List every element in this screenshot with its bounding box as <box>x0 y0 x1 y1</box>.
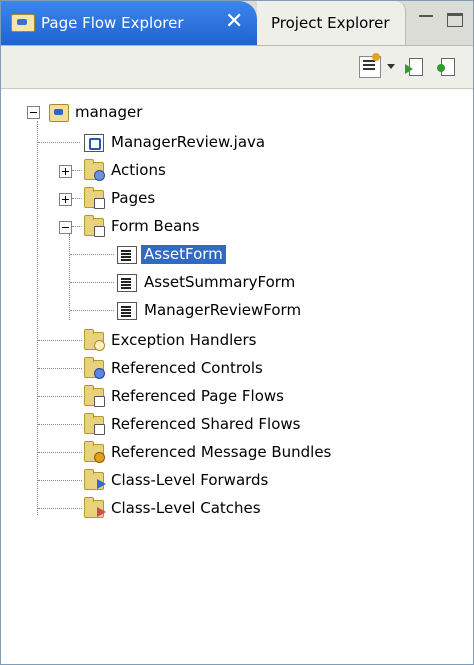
referenced-page-flows-folder-icon <box>84 385 105 407</box>
tab-label: Page Flow Explorer <box>41 14 184 32</box>
tree-connector <box>38 480 82 481</box>
referenced-message-bundles-folder-icon <box>84 441 105 463</box>
tree-node-pages[interactable]: Pages <box>1 185 461 213</box>
actions-folder-icon <box>84 159 105 181</box>
java-file-icon <box>84 134 104 152</box>
tree-node-referenced-page-flows[interactable]: Referenced Page Flows <box>1 383 461 411</box>
tree-connector <box>38 340 82 341</box>
form-bean-icon <box>117 274 137 292</box>
referenced-controls-folder-icon <box>84 357 105 379</box>
page-flow-tree: manager ManagerReview.java Actions Pages <box>1 89 473 664</box>
tree-connector <box>72 198 82 199</box>
tree-node-exception-handlers[interactable]: Exception Handlers <box>1 327 461 355</box>
pages-folder-icon <box>84 187 105 209</box>
tree-label: AssetForm <box>141 245 226 264</box>
maximize-icon[interactable] <box>447 13 463 27</box>
referenced-shared-flows-folder-icon <box>84 413 105 435</box>
close-icon[interactable]: ✕ <box>225 9 243 35</box>
tree-node-form-bean[interactable]: AssetSummaryForm <box>1 269 461 297</box>
tree-label: Referenced Controls <box>111 359 263 377</box>
tree-label: Class-Level Forwards <box>111 471 269 489</box>
class-level-forwards-folder-icon <box>84 469 106 490</box>
exception-handlers-folder-icon <box>84 329 105 351</box>
page-flow-explorer-view: Page Flow Explorer ✕ Project Explorer ma… <box>0 0 474 665</box>
tree-node-form-bean[interactable]: AssetForm <box>1 241 461 269</box>
form-beans-folder-icon <box>84 215 105 237</box>
tab-page-flow-explorer[interactable]: Page Flow Explorer ✕ <box>1 1 257 45</box>
tree-connector <box>38 368 82 369</box>
form-bean-icon <box>117 302 137 320</box>
minimize-icon[interactable] <box>419 13 435 25</box>
tree-label: Form Beans <box>111 217 200 235</box>
tree-node-referenced-shared-flows[interactable]: Referenced Shared Flows <box>1 411 461 439</box>
tree-label: ManagerReview.java <box>111 133 266 151</box>
tree-label: ManagerReviewForm <box>144 301 302 319</box>
page-flow-icon <box>11 14 35 32</box>
tree-node-class-level-catches[interactable]: Class-Level Catches <box>1 495 461 523</box>
tree-connector <box>70 282 114 283</box>
tree-node-referenced-controls[interactable]: Referenced Controls <box>1 355 461 383</box>
class-level-catches-folder-icon <box>84 497 106 518</box>
dropdown-arrow-icon[interactable] <box>387 64 395 69</box>
tree-label: Referenced Shared Flows <box>111 415 301 433</box>
tree-connector <box>72 226 82 227</box>
collapse-icon[interactable] <box>27 106 40 119</box>
tree-node-root[interactable]: manager <box>1 99 461 127</box>
new-page-flow-icon[interactable] <box>359 53 381 78</box>
tree-label: Referenced Page Flows <box>111 387 284 405</box>
form-bean-icon <box>117 246 137 264</box>
tab-label: Project Explorer <box>271 14 390 32</box>
tab-project-explorer[interactable]: Project Explorer <box>257 1 406 45</box>
tree-node-referenced-message-bundles[interactable]: Referenced Message Bundles <box>1 439 461 467</box>
tree-label: Actions <box>111 161 166 179</box>
tree-label: Pages <box>111 189 156 207</box>
tree-connector <box>38 142 80 143</box>
collapse-icon[interactable] <box>59 221 72 234</box>
tree-label: manager <box>75 103 143 121</box>
tree-connector <box>70 254 114 255</box>
view-toolbar <box>1 46 473 89</box>
tree-connector <box>70 310 114 311</box>
tree-node-actions[interactable]: Actions <box>1 157 461 185</box>
tree-node-controller[interactable]: ManagerReview.java <box>1 129 461 157</box>
tree-label: Exception Handlers <box>111 331 257 349</box>
tree-label: Class-Level Catches <box>111 499 261 517</box>
tree-connector <box>38 508 82 509</box>
expand-icon[interactable] <box>59 193 72 206</box>
tree-node-class-level-forwards[interactable]: Class-Level Forwards <box>1 467 461 495</box>
refresh-icon[interactable] <box>437 56 457 76</box>
view-tab-bar: Page Flow Explorer ✕ Project Explorer <box>1 1 473 46</box>
tree-node-form-bean[interactable]: ManagerReviewForm <box>1 297 461 325</box>
tree-label: AssetSummaryForm <box>144 273 296 291</box>
tree-label: Referenced Message Bundles <box>111 443 332 461</box>
tree-connector <box>38 424 82 425</box>
run-icon[interactable] <box>405 56 425 76</box>
tree-connector <box>38 452 82 453</box>
tree-connector <box>38 396 82 397</box>
tree-node-form-beans[interactable]: Form Beans <box>1 213 461 241</box>
tree-connector <box>72 170 82 171</box>
page-flow-icon <box>49 104 69 122</box>
expand-icon[interactable] <box>59 165 72 178</box>
